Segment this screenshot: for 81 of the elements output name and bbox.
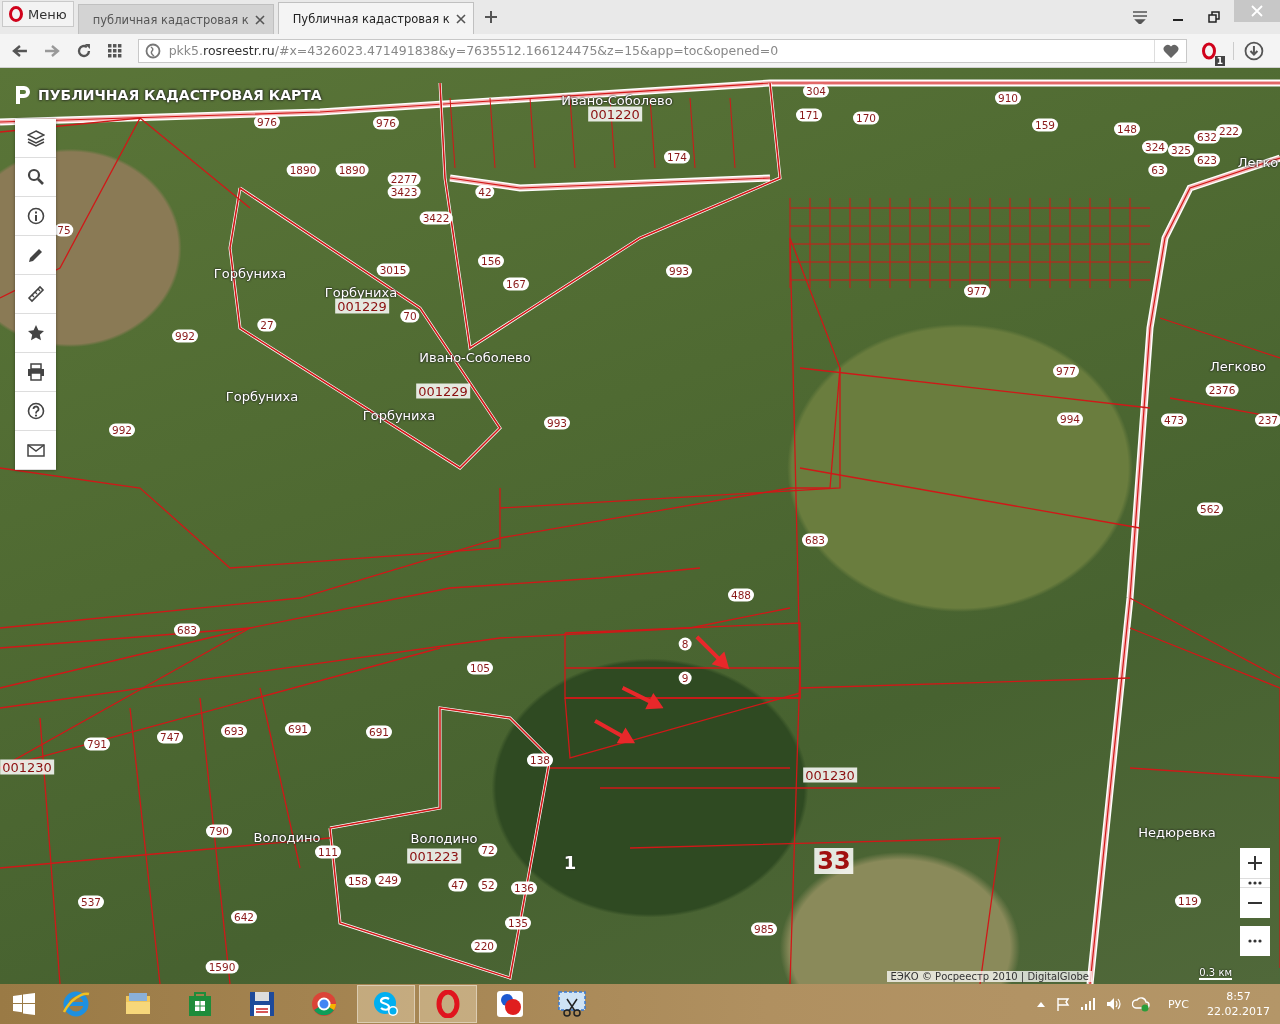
plus-icon [1247,855,1263,871]
quarter-number: 001230 [803,767,857,783]
info-icon [26,207,45,225]
close-icon[interactable] [455,13,466,24]
close-icon[interactable] [254,14,265,25]
browser-tab[interactable]: Публичная кадастровая к [277,2,474,34]
quarter-number: 001229 [335,298,389,314]
parcel-number: 3423 [387,185,421,199]
quarter-number: 001220 [588,106,642,122]
close-icon [1251,5,1263,17]
signal-icon[interactable] [1080,997,1096,1011]
dots-icon [1248,939,1262,943]
browser-tab[interactable]: публичная кадастровая к [77,4,274,34]
place-name: Недюревка [1138,824,1216,840]
notification-badge: 1 [1214,55,1226,66]
parcel-number: 2277 [387,172,421,186]
pencil-icon [26,246,45,264]
menu-button[interactable]: Меню [2,1,74,27]
district-number: 1 [563,851,577,873]
url-text: pkk5.rosreestr.ru/#x=4326023.471491838&y=7635512.166124475&z=15&app=toc&opened=0 [168,43,780,58]
tab-title: публичная кадастровая к [92,12,249,27]
scissors-icon [558,990,586,1018]
heart-icon [1162,43,1179,58]
chat-bubble-icon [372,990,400,1018]
globe-icon [144,42,161,59]
parcel-number: 1890 [335,163,369,177]
tab-menu-icon[interactable] [1132,10,1148,24]
ruler-icon [26,285,45,303]
map-title: ПУБЛИЧНАЯ КАДАСТРОВАЯ КАРТА [38,87,322,103]
place-name: Горбуниха [225,388,299,404]
place-name: Володино [410,830,478,846]
parcel-number: 1890 [286,163,320,177]
start-icon[interactable] [13,993,35,1015]
mail-icon [26,441,45,459]
parcel-number: 1590 [205,960,239,974]
tab-title: Публичная кадастровая к [292,11,450,26]
region-number: 33 [814,848,854,874]
download-icon[interactable] [1244,40,1264,61]
dots-icon [1248,881,1262,885]
place-name: Ивано-Соболево [561,92,673,108]
scale-bar: 0.3 км [1199,967,1232,980]
parcel-number: 3422 [419,211,453,225]
restore-icon[interactable] [1208,11,1220,23]
place-name: Володино [253,829,321,845]
caret-icon[interactable] [1036,1000,1046,1008]
network-icon[interactable] [1132,996,1150,1012]
clock-date[interactable]: 22.02.2017 [1207,1004,1270,1019]
clock-time[interactable]: 8:57 [1226,989,1251,1004]
attribution-text: ЕЭКО © Росреестр 2010 | DigitalGlobe [887,971,1092,982]
star-icon [26,324,45,342]
minus-icon [1247,902,1263,904]
site-logo-icon [14,84,32,106]
keyboard-language[interactable]: РУС [1168,997,1189,1011]
round-logo-icon [310,990,338,1018]
paint-blob-icon [496,990,524,1018]
flag-icon[interactable] [1056,997,1070,1011]
print-icon [26,363,45,381]
back-icon[interactable] [12,43,28,58]
quarter-number: 001223 [407,848,461,864]
quarter-number: 001229 [416,383,470,399]
reload-icon[interactable] [75,42,92,59]
place-name: Горбуниха [324,284,398,300]
parcel-number: 3015 [376,263,410,277]
zoom-out-button[interactable] [1240,888,1270,918]
new-tab-icon[interactable] [483,10,498,24]
layers-icon [26,129,45,147]
parcel-number: 2376 [1205,383,1239,397]
zoom-in-button[interactable] [1240,848,1270,878]
quarter-number: 001230 [0,759,54,775]
browser-e-icon [62,990,90,1018]
browser-logo-icon [9,6,23,22]
speaker-icon[interactable] [1106,997,1122,1011]
more-button[interactable] [1240,878,1270,888]
address-field[interactable]: pkk5.rosreestr.ru/#x=4326023.471491838&y=7635512.166124475&z=15&app=toc&opened=0 [137,38,1188,63]
grid-icon[interactable] [107,43,122,58]
shopping-bag-icon [186,990,214,1018]
forward-icon[interactable] [43,43,60,58]
help-icon [26,402,45,420]
place-name: Легково [1210,358,1266,374]
search-icon [26,168,45,186]
letter-o-icon [434,990,462,1018]
